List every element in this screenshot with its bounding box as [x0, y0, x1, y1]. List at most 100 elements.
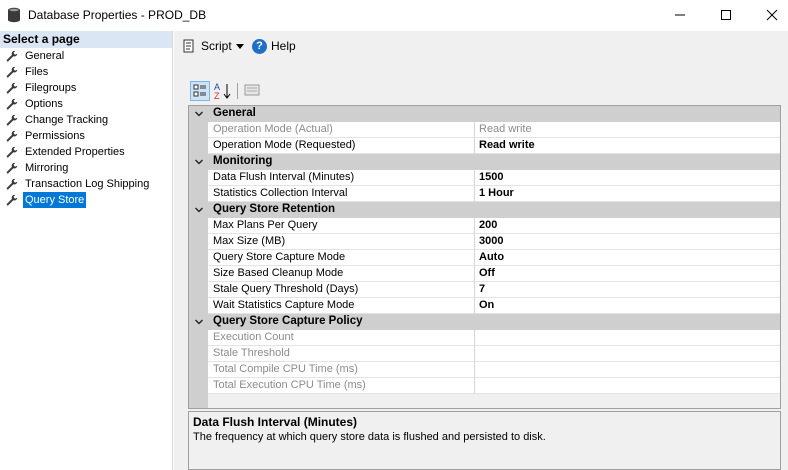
sidebar-item-change-tracking[interactable]: Change Tracking [0, 112, 172, 128]
property-name[interactable]: Statistics Collection Interval [208, 186, 475, 202]
sidebar-item-query-store[interactable]: Query Store [0, 192, 172, 208]
property-name[interactable]: Total Compile CPU Time (ms) [208, 362, 475, 378]
wrench-icon [6, 146, 18, 158]
minimize-button[interactable] [657, 0, 703, 30]
wrench-icon [6, 114, 18, 126]
property-value[interactable]: 3000 [475, 234, 780, 250]
property-value[interactable]: Read write [475, 138, 780, 154]
wrench-icon [6, 66, 18, 78]
row-gutter [189, 234, 208, 250]
help-button[interactable]: Help [271, 39, 296, 53]
sidebar-item-extended-properties[interactable]: Extended Properties [0, 144, 172, 160]
property-name[interactable]: Wait Statistics Capture Mode [208, 298, 475, 314]
category-query-store-retention[interactable]: Query Store Retention [189, 202, 780, 218]
property-pages-button[interactable] [243, 81, 263, 101]
sidebar-item-filegroups[interactable]: Filegroups [0, 80, 172, 96]
sidebar-item-transaction-log-shipping[interactable]: Transaction Log Shipping [0, 176, 172, 192]
row-gutter [189, 250, 208, 266]
sidebar-item-label: Mirroring [25, 162, 69, 174]
property-row[interactable]: Data Flush Interval (Minutes) 1500 [189, 170, 780, 186]
property-value [475, 330, 780, 346]
row-gutter [189, 218, 208, 234]
property-row[interactable]: Stale Threshold [189, 346, 780, 362]
property-value[interactable]: 1 Hour [475, 186, 780, 202]
chevron-down-icon[interactable] [194, 109, 204, 119]
property-value[interactable]: Off [475, 266, 780, 282]
close-button[interactable] [749, 0, 788, 30]
property-value: Read write [475, 122, 780, 138]
sidebar-item-files[interactable]: Files [0, 64, 172, 80]
property-value[interactable]: 7 [475, 282, 780, 298]
maximize-button[interactable] [703, 0, 749, 30]
chevron-down-icon[interactable] [194, 317, 204, 327]
property-name[interactable]: Max Size (MB) [208, 234, 475, 250]
property-row[interactable]: Max Plans Per Query 200 [189, 218, 780, 234]
category-monitoring[interactable]: Monitoring [189, 154, 780, 170]
property-value[interactable]: 200 [475, 218, 780, 234]
property-row[interactable]: Operation Mode (Requested) Read write [189, 138, 780, 154]
sidebar-item-permissions[interactable]: Permissions [0, 128, 172, 144]
property-name[interactable]: Query Store Capture Mode [208, 250, 475, 266]
script-dropdown-chevron-icon[interactable] [236, 44, 244, 49]
property-name[interactable]: Execution Count [208, 330, 475, 346]
sidebar-item-general[interactable]: General [0, 48, 172, 64]
property-name[interactable]: Size Based Cleanup Mode [208, 266, 475, 282]
property-row[interactable]: Query Store Capture Mode Auto [189, 250, 780, 266]
sidebar-item-label: General [25, 50, 65, 62]
sidebar-item-label: Files [25, 66, 49, 78]
row-gutter [189, 138, 208, 154]
category-label: Query Store Capture Policy [213, 315, 363, 327]
toolbar-separator [237, 83, 238, 99]
wrench-icon [6, 178, 18, 190]
database-icon [8, 7, 20, 23]
property-value [475, 378, 780, 394]
sidebar-item-label: Change Tracking [25, 114, 109, 126]
property-name[interactable]: Data Flush Interval (Minutes) [208, 170, 475, 186]
row-gutter [189, 346, 208, 362]
category-query-store-capture-policy[interactable]: Query Store Capture Policy [189, 314, 780, 330]
property-row[interactable]: Total Compile CPU Time (ms) [189, 362, 780, 378]
sidebar-item-options[interactable]: Options [0, 96, 172, 112]
property-name[interactable]: Stale Query Threshold (Days) [208, 282, 475, 298]
property-row[interactable]: Size Based Cleanup Mode Off [189, 266, 780, 282]
row-gutter [189, 330, 208, 346]
title-bar: Database Properties - PROD_DB [0, 0, 788, 30]
property-value[interactable]: 1500 [475, 170, 780, 186]
row-gutter [189, 170, 208, 186]
row-gutter [189, 266, 208, 282]
category-label: Query Store Retention [213, 203, 336, 215]
property-row[interactable]: Operation Mode (Actual) Read write [189, 122, 780, 138]
property-row[interactable]: Total Execution CPU Time (ms) [189, 378, 780, 394]
property-name[interactable]: Max Plans Per Query [208, 218, 475, 234]
category-general[interactable]: General [189, 106, 780, 122]
minimize-icon [675, 14, 685, 16]
property-row[interactable]: Wait Statistics Capture Mode On [189, 298, 780, 314]
property-name[interactable]: Total Execution CPU Time (ms) [208, 378, 475, 394]
categorized-button[interactable] [190, 81, 210, 101]
property-row[interactable]: Max Size (MB) 3000 [189, 234, 780, 250]
wrench-icon [6, 162, 18, 174]
window-title: Database Properties - PROD_DB [28, 8, 207, 22]
property-row[interactable]: Statistics Collection Interval 1 Hour [189, 186, 780, 202]
chevron-down-icon[interactable] [194, 157, 204, 167]
grid-gutter-filler [189, 394, 208, 408]
svg-text:Z: Z [214, 91, 220, 101]
sidebar-item-label: Extended Properties [25, 146, 125, 158]
wrench-icon [6, 130, 18, 142]
property-name[interactable]: Operation Mode (Requested) [208, 138, 475, 154]
property-value[interactable]: Auto [475, 250, 780, 266]
row-gutter [189, 378, 208, 394]
property-row[interactable]: Stale Query Threshold (Days) 7 [189, 282, 780, 298]
chevron-down-icon[interactable] [194, 205, 204, 215]
help-icon[interactable]: ? [252, 39, 267, 54]
script-icon[interactable] [182, 39, 196, 53]
page-selector-pane: Select a page General Files Filegroups Opti… [0, 31, 173, 470]
property-row[interactable]: Execution Count [189, 330, 780, 346]
row-gutter [189, 186, 208, 202]
property-value[interactable]: On [475, 298, 780, 314]
alphabetical-button[interactable]: A Z [213, 81, 233, 101]
property-name[interactable]: Stale Threshold [208, 346, 475, 362]
script-button[interactable]: Script [201, 39, 232, 53]
sidebar-item-mirroring[interactable]: Mirroring [0, 160, 172, 176]
property-name[interactable]: Operation Mode (Actual) [208, 122, 475, 138]
